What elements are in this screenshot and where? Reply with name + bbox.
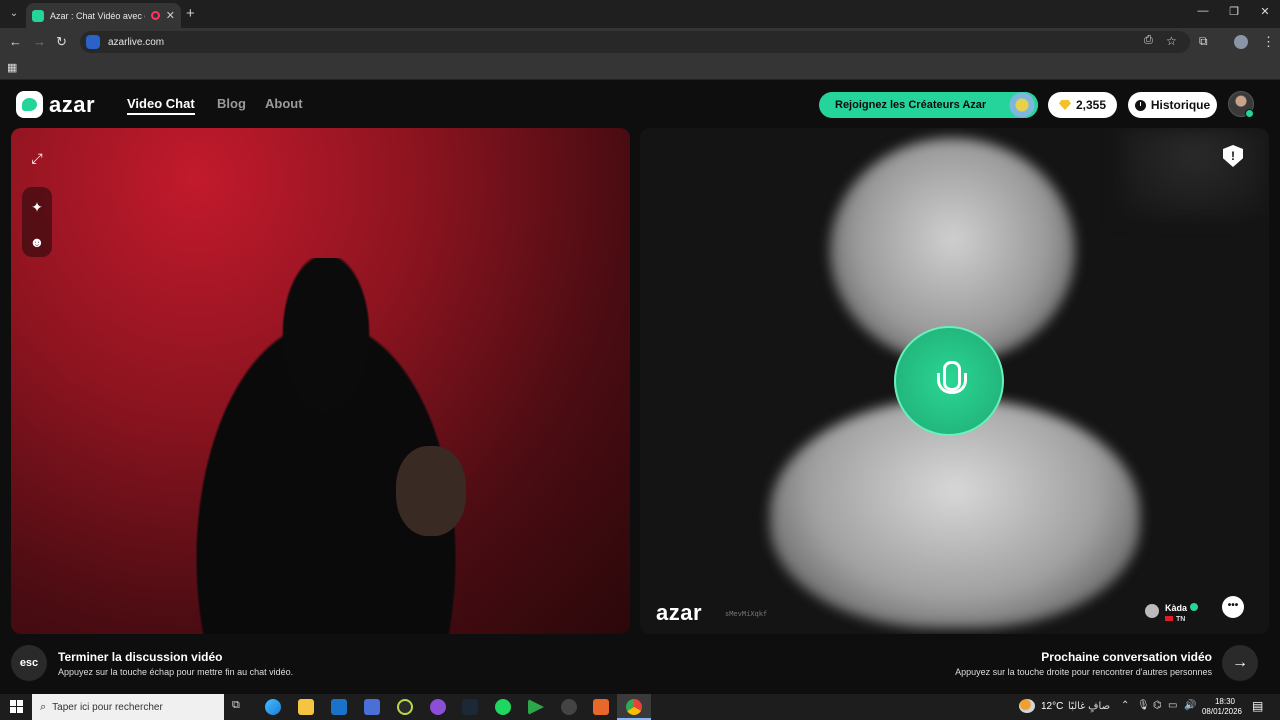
azar-favicon-icon: [32, 9, 44, 22]
microphone-button[interactable]: [894, 326, 1004, 436]
display-icon[interactable]: ▭: [1168, 700, 1177, 711]
file-explorer-icon[interactable]: [298, 699, 314, 715]
clock-icon: [1134, 99, 1146, 111]
recording-icon: [150, 11, 160, 20]
join-creators-button[interactable]: Rejoignez les Créateurs Azar: [819, 92, 1038, 118]
notification-icon[interactable]: ▤: [1252, 699, 1263, 713]
window-close-icon[interactable]: ✕: [1250, 5, 1280, 18]
weather-condition: صافٍ غالبًا: [1068, 701, 1111, 712]
bookmarks-bar: ▦: [0, 56, 1280, 80]
task-view-icon[interactable]: ⧉: [232, 699, 248, 715]
install-icon[interactable]: ⎙: [1144, 34, 1153, 47]
site-info-icon[interactable]: [86, 35, 100, 49]
store-icon[interactable]: [364, 699, 380, 715]
gem-icon: [1058, 100, 1071, 110]
nav-video-chat[interactable]: Video Chat: [127, 96, 195, 115]
end-chat-title: Terminer la discussion vidéo: [58, 650, 223, 664]
minimize-icon[interactable]: —: [1188, 5, 1218, 17]
gems-count: 2,355: [1075, 98, 1107, 112]
nav-about[interactable]: About: [265, 96, 303, 111]
expand-icon[interactable]: ⤢: [22, 143, 52, 173]
app-icon-1[interactable]: [397, 699, 413, 715]
weather-icon[interactable]: [1019, 699, 1035, 713]
bookmark-star-icon[interactable]: ☆: [1166, 34, 1177, 48]
chrome-icon: [626, 699, 642, 715]
partner-name: Kàda: [1165, 603, 1188, 613]
nav-blog[interactable]: Blog: [217, 96, 246, 111]
tab-close-icon[interactable]: ✕: [166, 9, 175, 22]
apps-grid-icon[interactable]: ▦: [7, 61, 17, 74]
forward-icon[interactable]: →: [33, 34, 46, 49]
extensions-icon[interactable]: ⧉: [1199, 34, 1208, 49]
self-face: [396, 446, 466, 536]
verified-badge-icon: [1190, 603, 1199, 611]
microphone-icon: [936, 361, 967, 401]
history-button[interactable]: Historique: [1128, 92, 1217, 118]
azar-logo[interactable]: azar: [16, 91, 95, 118]
partner-avatar-icon: [1145, 603, 1159, 618]
browser-toolbar: ← → ↻ azarlive.com ⎙ ☆ ⧉ ⋮: [0, 28, 1280, 56]
reload-icon[interactable]: ↻: [56, 34, 67, 50]
taskbar-search[interactable]: ⌕ Taper ici pour rechercher: [32, 694, 224, 720]
edge-icon[interactable]: [265, 699, 281, 715]
profile-icon[interactable]: [1234, 35, 1248, 49]
clock-time[interactable]: 18:30: [1206, 697, 1244, 706]
weather-temp: 12°C: [1041, 701, 1064, 712]
clock-date[interactable]: 08/01/2026: [1200, 707, 1244, 716]
restore-icon[interactable]: ❐: [1219, 5, 1249, 18]
partner-blur-background: [1120, 128, 1269, 218]
play-app-icon[interactable]: [528, 699, 544, 715]
next-chat-hint: Appuyez sur la touche droite pour rencon…: [955, 667, 1212, 677]
volume-icon[interactable]: 🔊: [1184, 700, 1196, 711]
outlook-icon[interactable]: [331, 699, 347, 715]
browser-tab-bar: ⌄ Azar : Chat Vidéo avec de n ✕ + — ❐ ✕: [0, 0, 1280, 28]
end-chat-hint: Appuyez sur la touche échap pour mettre …: [58, 667, 294, 677]
self-camera-feed: [161, 258, 491, 634]
chat-bubble-icon[interactable]: •••: [1222, 596, 1244, 618]
url-text: azarlive.com: [108, 36, 165, 48]
esc-key-button[interactable]: esc: [11, 645, 47, 681]
new-tab-button[interactable]: +: [186, 5, 195, 22]
creators-decoration-icon: [998, 92, 1038, 118]
next-arrow-button[interactable]: →: [1222, 645, 1258, 681]
tray-chevron-icon[interactable]: ⌃: [1121, 700, 1129, 711]
logo-text: azar: [49, 91, 96, 117]
azar-logo-icon: [16, 91, 43, 118]
chrome-taskbar-item[interactable]: [617, 694, 651, 720]
spotify-icon[interactable]: [495, 699, 511, 715]
online-status-icon: [1245, 109, 1254, 118]
history-label: Historique: [1150, 98, 1211, 112]
back-icon[interactable]: ←: [9, 34, 22, 49]
flag-tunisia-icon: [1165, 616, 1173, 621]
app-icon-2[interactable]: [430, 699, 446, 715]
taskbar-search-placeholder: Taper ici pour rechercher: [52, 701, 163, 713]
browser-tab[interactable]: Azar : Chat Vidéo avec de n ✕: [26, 3, 181, 28]
gems-button[interactable]: 2,355: [1048, 92, 1117, 118]
steam-icon[interactable]: [462, 699, 478, 715]
azar-watermark: azar: [656, 600, 703, 625]
windows-taskbar: ⌕ Taper ici pour rechercher ⧉ 12°C صافٍ …: [0, 694, 1280, 720]
windows-start-icon[interactable]: [10, 700, 23, 713]
menu-icon[interactable]: ⋮: [1262, 34, 1275, 50]
partner-video: ! azar sMevMiXqkf Kàda TN •••: [640, 128, 1269, 634]
tab-search-icon[interactable]: ⌄: [6, 6, 22, 22]
emoji-icon[interactable]: ☻: [22, 227, 52, 257]
tab-title: Azar : Chat Vidéo avec de n: [50, 10, 145, 21]
app-icon-3[interactable]: [561, 699, 577, 715]
mic-tray-icon[interactable]: 🎙: [1137, 700, 1150, 711]
partner-info[interactable]: Kàda TN: [1145, 598, 1199, 623]
app-icon-4[interactable]: [593, 699, 609, 715]
search-icon: ⌕: [40, 700, 47, 713]
effects-sparkle-icon[interactable]: ✦: [22, 192, 52, 222]
azar-page: azar Video Chat Blog About Rejoignez les…: [0, 80, 1280, 694]
partner-country: TN: [1165, 616, 1198, 623]
watermark-id: sMevMiXqkf: [725, 610, 768, 618]
address-bar[interactable]: azarlive.com: [80, 31, 1190, 53]
network-icon[interactable]: ⌬: [1153, 700, 1162, 711]
next-chat-title: Prochaine conversation vidéo: [1041, 650, 1212, 664]
self-video: [11, 128, 630, 634]
join-creators-label: Rejoignez les Créateurs Azar: [835, 99, 987, 111]
